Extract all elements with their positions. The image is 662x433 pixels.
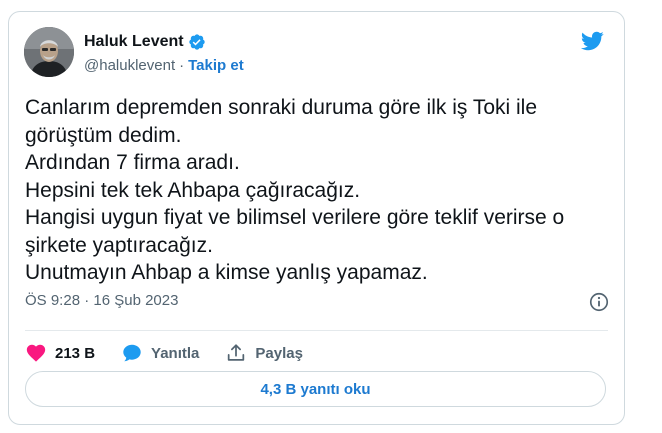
follow-button[interactable]: Takip et bbox=[188, 57, 244, 74]
twitter-bird-icon[interactable] bbox=[578, 29, 606, 53]
like-count: 213 B bbox=[55, 344, 96, 362]
reply-label: Yanıtla bbox=[151, 344, 200, 362]
tweet-line: Canlarım depremden sonraki duruma göre i… bbox=[25, 96, 538, 119]
author-handle-row: @haluklevent · Takip et bbox=[84, 57, 244, 74]
heart-icon bbox=[25, 342, 47, 364]
tweet-line: Unutmayın Ahbap a kimse yanlış yapamaz. bbox=[25, 261, 428, 284]
tweet-line: Ardından 7 firma aradı. bbox=[25, 151, 240, 174]
share-icon bbox=[225, 342, 247, 364]
tweet-card: Haluk Levent @haluklevent · Takip et Can… bbox=[8, 11, 625, 425]
tweet-line: Hepsini tek tek Ahbapa çağıracağız. bbox=[25, 178, 361, 202]
share-label: Paylaş bbox=[255, 344, 303, 362]
tweet-line: görüştüm dedim. bbox=[25, 123, 182, 147]
author-name[interactable]: Haluk Levent bbox=[84, 33, 184, 51]
reply-bubble-icon bbox=[121, 342, 143, 364]
author-name-row: Haluk Levent bbox=[84, 33, 206, 51]
verified-badge-icon bbox=[188, 33, 206, 51]
tweet-line: şirkete yaptıracağız. bbox=[25, 233, 213, 257]
action-bar: 213 B Yanıtla Paylaş bbox=[25, 338, 329, 368]
like-button[interactable]: 213 B bbox=[25, 342, 95, 364]
share-button[interactable]: Paylaş bbox=[225, 342, 303, 364]
tweet-text: Canlarım depremden sonraki duruma göre i… bbox=[25, 94, 615, 287]
separator-dot: · bbox=[179, 57, 185, 74]
read-replies-button[interactable]: 4,3 B yanıtı oku bbox=[25, 371, 606, 407]
tweet-timestamp[interactable]: ÖS 9:28 · 16 Şub 2023 bbox=[25, 292, 178, 309]
avatar[interactable] bbox=[24, 27, 74, 77]
author-handle[interactable]: @haluklevent bbox=[84, 57, 175, 74]
reply-button[interactable]: Yanıtla bbox=[121, 342, 199, 364]
info-icon[interactable] bbox=[588, 291, 610, 313]
divider bbox=[25, 330, 608, 331]
tweet-line: Hangisi uygun fiyat ve bilimsel verilere… bbox=[25, 206, 565, 229]
